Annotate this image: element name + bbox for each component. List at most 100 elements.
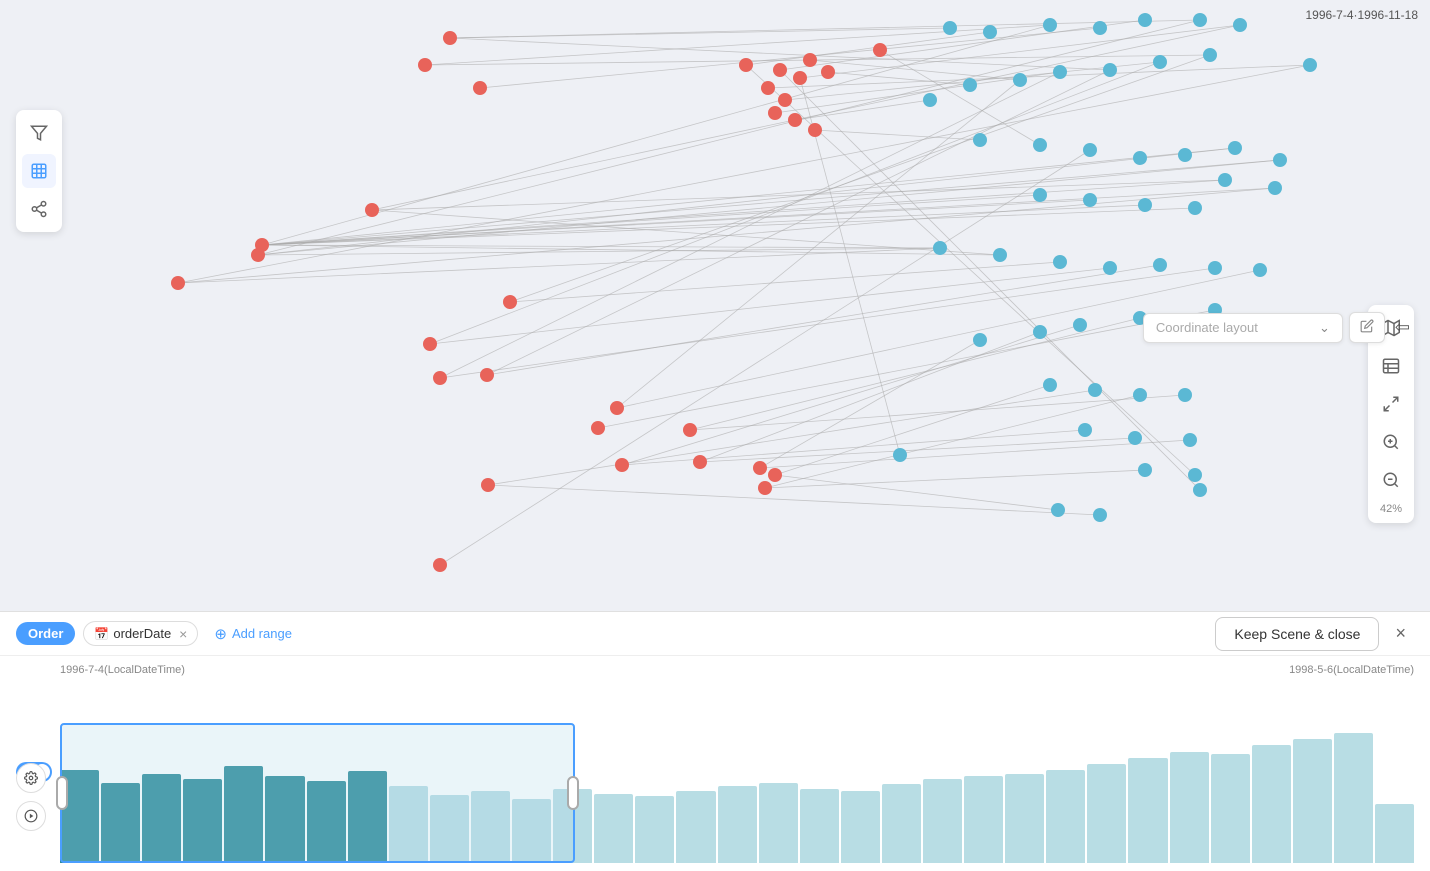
zoom-in-button[interactable]: [1374, 425, 1408, 459]
close-panel-button[interactable]: ×: [1387, 619, 1414, 648]
order-badge: Order: [16, 622, 75, 645]
histogram-bar-8[interactable]: [389, 786, 428, 863]
blue-node-41: [1088, 383, 1102, 397]
chevron-down-icon: ⌄: [1319, 320, 1330, 336]
collapse-button[interactable]: ⇦: [1391, 313, 1414, 342]
blue-node-20: [1228, 141, 1242, 155]
histogram-bar-21[interactable]: [923, 779, 962, 863]
bottom-left-controls: [16, 763, 46, 831]
blue-node-47: [1051, 503, 1065, 517]
blue-node-2: [1043, 18, 1057, 32]
keep-scene-button[interactable]: Keep Scene & close: [1215, 617, 1379, 651]
histogram-bar-30[interactable]: [1293, 739, 1332, 863]
blue-node-51: [1193, 483, 1207, 497]
coord-layout-bar: Coordinate layout ⌄ ⇦: [1143, 312, 1414, 343]
left-toolbar: [16, 110, 62, 232]
blue-node-48: [1093, 508, 1107, 522]
red-node-24: [778, 93, 792, 107]
blue-node-49: [1138, 463, 1152, 477]
red-node-4: [251, 248, 265, 262]
histogram-bar-18[interactable]: [800, 789, 839, 863]
blue-node-21: [1273, 153, 1287, 167]
chart-button[interactable]: [22, 154, 56, 188]
timeline-controls: Order 📅 orderDate × ⊕ Add range Keep Sce…: [0, 612, 1430, 656]
timeline-chart: 1996-7-4(LocalDateTime) 1998-5-6(LocalDa…: [0, 656, 1430, 871]
blue-node-26: [1138, 198, 1152, 212]
blue-node-37: [1073, 318, 1087, 332]
blue-node-30: [1053, 255, 1067, 269]
blue-node-5: [1193, 13, 1207, 27]
red-node-15: [693, 455, 707, 469]
blue-node-11: [1053, 65, 1067, 79]
table-view-button[interactable]: [1374, 349, 1408, 383]
red-node-7: [503, 295, 517, 309]
date-tag-close-button[interactable]: ×: [175, 627, 187, 641]
histogram-bar-5[interactable]: [265, 776, 304, 863]
histogram-bar-14[interactable]: [635, 796, 674, 863]
histogram-bar-7[interactable]: [348, 771, 387, 863]
histogram-bar-29[interactable]: [1252, 745, 1291, 863]
blue-node-27: [1188, 201, 1202, 215]
histogram-bar-13[interactable]: [594, 794, 633, 863]
blue-node-40: [1043, 378, 1057, 392]
histogram-bar-25[interactable]: [1087, 764, 1126, 863]
calendar-icon: 📅: [94, 627, 109, 641]
histogram-bar-16[interactable]: [718, 786, 757, 863]
histogram-bar-24[interactable]: [1046, 770, 1085, 863]
blue-node-0: [943, 21, 957, 35]
histogram-bar-26[interactable]: [1128, 758, 1167, 863]
blue-node-16: [1033, 138, 1047, 152]
blue-node-39: [973, 333, 987, 347]
histogram-bar-22[interactable]: [964, 776, 1003, 863]
histogram-bar-9[interactable]: [430, 795, 469, 863]
expand-button[interactable]: [1374, 387, 1408, 421]
histogram-bar-15[interactable]: [676, 791, 715, 863]
coord-layout-label: Coordinate layout: [1156, 320, 1311, 335]
blue-node-32: [1153, 258, 1167, 272]
settings-icon-button[interactable]: [16, 763, 46, 793]
histogram-bar-1[interactable]: [101, 783, 140, 863]
histogram-bar-10[interactable]: [471, 791, 510, 863]
zoom-out-button[interactable]: [1374, 463, 1408, 497]
share-button[interactable]: [22, 192, 56, 226]
blue-node-12: [1013, 73, 1027, 87]
histogram-bar-6[interactable]: [307, 781, 346, 863]
coord-layout-select[interactable]: Coordinate layout ⌄: [1143, 313, 1343, 343]
histogram-bar-31[interactable]: [1334, 733, 1373, 863]
blue-node-10: [1103, 63, 1117, 77]
histogram-bar-19[interactable]: [841, 791, 880, 863]
histogram-bar-23[interactable]: [1005, 774, 1044, 863]
blue-node-28: [933, 241, 947, 255]
blue-node-7: [1303, 58, 1317, 72]
play-icon-button[interactable]: [16, 801, 46, 831]
histogram-bar-27[interactable]: [1170, 752, 1209, 863]
histogram-bar-4[interactable]: [224, 766, 263, 863]
histogram-bar-17[interactable]: [759, 783, 798, 863]
range-handle-right[interactable]: [567, 776, 579, 810]
graph-svg: [0, 0, 1430, 611]
add-range-button[interactable]: ⊕ Add range: [206, 621, 300, 647]
end-date-label: 1998-5-6(LocalDateTime): [1289, 664, 1414, 676]
graph-area: 1996-7-4·1996-11-18: [0, 0, 1430, 611]
filter-button[interactable]: [22, 116, 56, 150]
histogram-bar-28[interactable]: [1211, 754, 1250, 863]
red-node-23: [761, 81, 775, 95]
range-handle-left[interactable]: [56, 776, 68, 810]
red-node-22: [793, 71, 807, 85]
red-node-1: [418, 58, 432, 72]
blue-node-31: [1103, 261, 1117, 275]
blue-node-17: [1083, 143, 1097, 157]
histogram-bar-20[interactable]: [882, 784, 921, 863]
coord-edit-button[interactable]: [1349, 312, 1385, 343]
histogram-bar-11[interactable]: [512, 799, 551, 863]
histogram-bar-3[interactable]: [183, 779, 222, 863]
blue-node-4: [1138, 13, 1152, 27]
blue-node-25: [1083, 193, 1097, 207]
histogram-bar-32[interactable]: [1375, 804, 1414, 863]
bottom-panel: Order 📅 orderDate × ⊕ Add range Keep Sce…: [0, 611, 1430, 871]
histogram-bar-2[interactable]: [142, 774, 181, 863]
blue-node-34: [1253, 263, 1267, 277]
blue-node-1: [983, 25, 997, 39]
blue-node-22: [1218, 173, 1232, 187]
red-node-17: [768, 468, 782, 482]
